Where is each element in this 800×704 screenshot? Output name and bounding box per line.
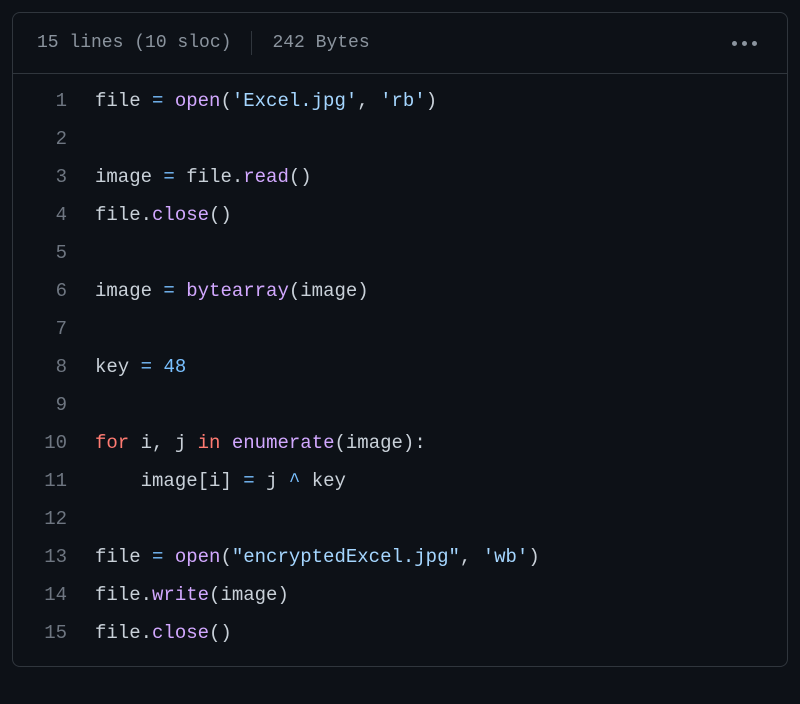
line-number[interactable]: 13 [13, 538, 95, 576]
kebab-dot-icon [742, 41, 747, 46]
line-content: file = open('Excel.jpg', 'rb') [95, 82, 787, 120]
line-content: image[i] = j ^ key [95, 462, 787, 500]
code-line: 15file.close() [13, 614, 787, 652]
kebab-dot-icon [752, 41, 757, 46]
line-number[interactable]: 11 [13, 462, 95, 500]
code-line: 13file = open("encryptedExcel.jpg", 'wb'… [13, 538, 787, 576]
file-size: 242 Bytes [272, 33, 369, 53]
line-number[interactable]: 15 [13, 614, 95, 652]
line-content: for i, j in enumerate(image): [95, 424, 787, 462]
code-line: 14file.write(image) [13, 576, 787, 614]
more-menu-button[interactable] [726, 35, 763, 52]
code-header: 15 lines (10 sloc) 242 Bytes [13, 13, 787, 74]
line-number[interactable]: 9 [13, 386, 95, 424]
line-number[interactable]: 10 [13, 424, 95, 462]
line-number[interactable]: 8 [13, 348, 95, 386]
header-info: 15 lines (10 sloc) 242 Bytes [37, 31, 370, 55]
line-number[interactable]: 4 [13, 196, 95, 234]
line-content: file.close() [95, 196, 787, 234]
code-line: 9 [13, 386, 787, 424]
line-number[interactable]: 6 [13, 272, 95, 310]
code-viewer: 15 lines (10 sloc) 242 Bytes 1file = ope… [12, 12, 788, 667]
line-number[interactable]: 7 [13, 310, 95, 348]
code-body: 1file = open('Excel.jpg', 'rb')23image =… [13, 74, 787, 666]
line-number[interactable]: 14 [13, 576, 95, 614]
code-line: 12 [13, 500, 787, 538]
line-number[interactable]: 12 [13, 500, 95, 538]
code-line: 8key = 48 [13, 348, 787, 386]
line-number[interactable]: 2 [13, 120, 95, 158]
code-line: 4file.close() [13, 196, 787, 234]
code-line: 10for i, j in enumerate(image): [13, 424, 787, 462]
code-line: 7 [13, 310, 787, 348]
code-line: 6image = bytearray(image) [13, 272, 787, 310]
code-line: 3image = file.read() [13, 158, 787, 196]
line-content: file = open("encryptedExcel.jpg", 'wb') [95, 538, 787, 576]
line-content: image = file.read() [95, 158, 787, 196]
header-divider [251, 31, 252, 55]
line-number[interactable]: 5 [13, 234, 95, 272]
code-line: 1file = open('Excel.jpg', 'rb') [13, 82, 787, 120]
kebab-dot-icon [732, 41, 737, 46]
lines-count: 15 lines (10 sloc) [37, 33, 231, 53]
line-content: image = bytearray(image) [95, 272, 787, 310]
line-content: file.close() [95, 614, 787, 652]
code-line: 5 [13, 234, 787, 272]
code-line: 2 [13, 120, 787, 158]
line-content: file.write(image) [95, 576, 787, 614]
line-content: key = 48 [95, 348, 787, 386]
line-number[interactable]: 3 [13, 158, 95, 196]
line-number[interactable]: 1 [13, 82, 95, 120]
code-line: 11 image[i] = j ^ key [13, 462, 787, 500]
